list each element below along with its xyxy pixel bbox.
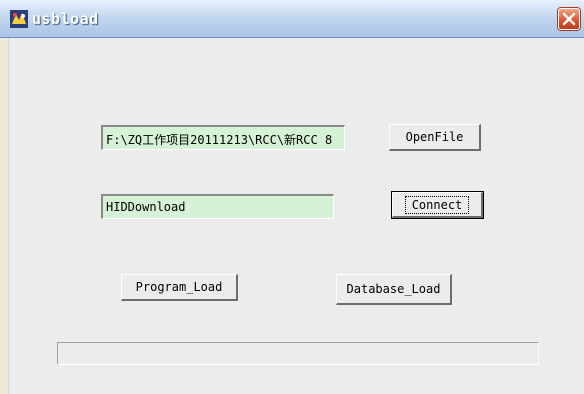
usb-app-icon [10,10,28,28]
title-bar[interactable]: usbload [0,0,584,38]
program-load-button[interactable]: Program_Load [121,274,238,301]
close-icon [562,12,576,26]
device-name-field[interactable]: HIDDownload [101,194,334,219]
open-file-button[interactable]: OpenFile [389,124,481,151]
window-title: usbload [32,10,99,28]
app-window: usbload F:\ZQ工作项目20111213\RCC\新RCC 8 Ope… [0,0,584,394]
database-load-button[interactable]: Database_Load [336,274,452,305]
close-button[interactable] [558,8,580,30]
progress-bar [57,342,539,365]
client-area: F:\ZQ工作项目20111213\RCC\新RCC 8 OpenFile HI… [8,38,584,394]
connect-button[interactable]: Connect [391,191,484,219]
connect-button-label: Connect [404,195,470,214]
file-path-field[interactable]: F:\ZQ工作项目20111213\RCC\新RCC 8 [101,125,345,150]
